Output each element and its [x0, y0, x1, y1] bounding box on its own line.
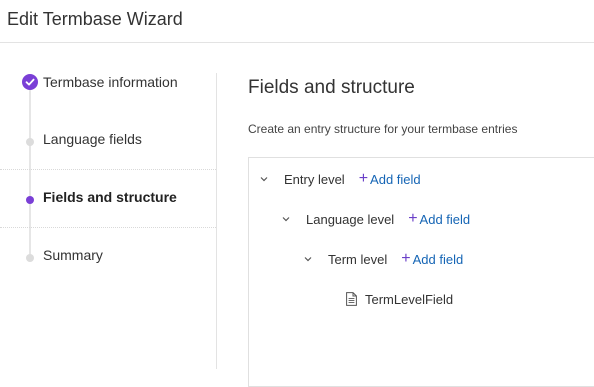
add-field-label: Add field	[370, 171, 421, 187]
page-title: Fields and structure	[248, 77, 415, 98]
step-label: Fields and structure	[43, 189, 177, 205]
step-fields-and-structure[interactable]: Fields and structure	[0, 170, 216, 228]
wizard-title: Edit Termbase Wizard	[7, 9, 183, 29]
tree-row-term-level: Term level + Add field	[303, 249, 463, 269]
language-level-label: Language level	[306, 211, 395, 227]
wizard-header: Edit Termbase Wizard	[0, 0, 594, 43]
step-label: Summary	[43, 247, 103, 263]
plus-icon: +	[408, 210, 418, 227]
plus-icon: +	[401, 250, 411, 267]
step-summary[interactable]: Summary	[0, 228, 216, 286]
add-field-term-level-button[interactable]: + Add field	[401, 251, 463, 267]
step-dot-icon	[26, 138, 34, 146]
step-current-dot-icon	[26, 196, 34, 204]
tree-row-language-level: Language level + Add field	[281, 209, 470, 229]
step-language-fields[interactable]: Language fields	[0, 112, 216, 170]
step-label: Language fields	[43, 131, 142, 147]
page-description: Create an entry structure for your termb…	[248, 122, 518, 136]
document-icon	[345, 292, 357, 306]
add-field-entry-level-button[interactable]: + Add field	[359, 171, 421, 187]
add-field-language-level-button[interactable]: + Add field	[408, 211, 470, 227]
add-field-label: Add field	[419, 211, 471, 227]
check-icon	[22, 74, 38, 90]
term-level-label: Term level	[328, 251, 388, 267]
structure-tree: Entry level + Add field Language level +…	[248, 157, 594, 387]
add-field-label: Add field	[412, 251, 464, 267]
chevron-down-icon[interactable]	[303, 254, 313, 264]
sidebar-divider	[216, 73, 217, 369]
step-dot-icon	[26, 254, 34, 262]
chevron-down-icon[interactable]	[259, 174, 269, 184]
entry-level-label: Entry level	[284, 171, 345, 187]
term-level-field-label: TermLevelField	[365, 291, 454, 307]
step-label: Termbase information	[43, 74, 178, 90]
tree-leaf-term-level-field[interactable]: TermLevelField	[345, 289, 453, 309]
chevron-down-icon[interactable]	[281, 214, 291, 224]
step-termbase-information[interactable]: Termbase information	[0, 54, 216, 112]
tree-row-entry-level: Entry level + Add field	[259, 169, 421, 189]
wizard-steps: Termbase information Language fields Fie…	[0, 44, 216, 369]
plus-icon: +	[358, 170, 369, 187]
